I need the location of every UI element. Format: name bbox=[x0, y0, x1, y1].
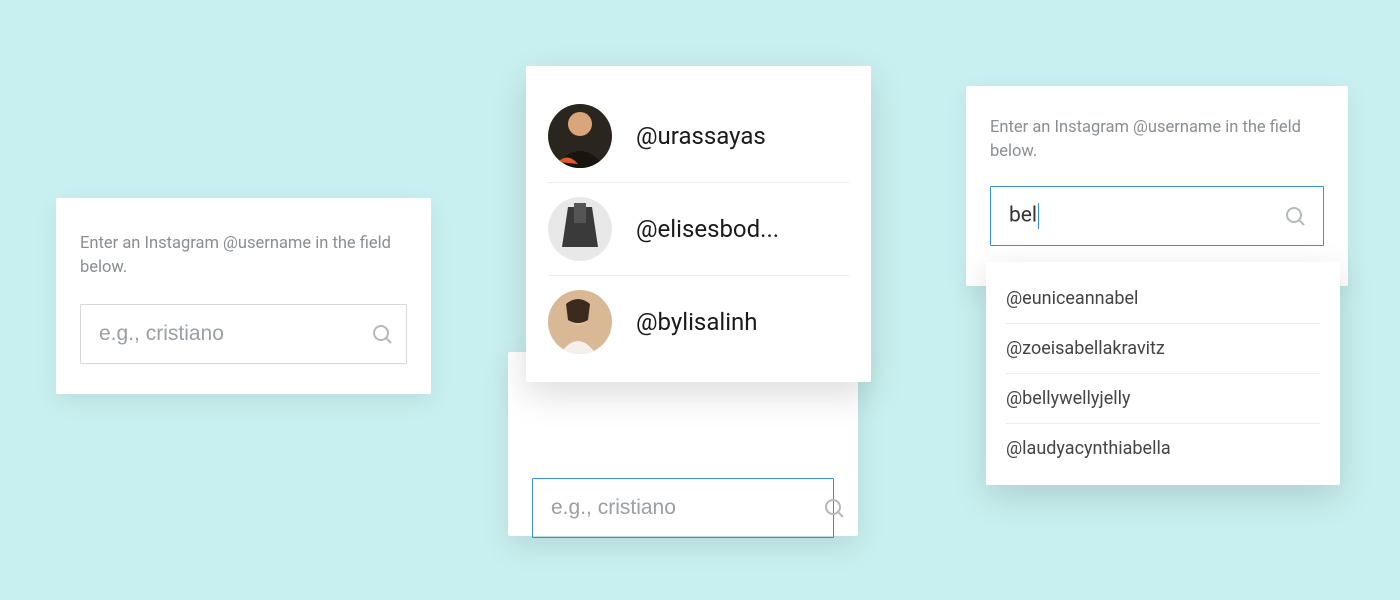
search-card-typing: Enter an Instagram @username in the fiel… bbox=[966, 86, 1348, 286]
search-input[interactable] bbox=[551, 496, 822, 520]
text-caret bbox=[1038, 203, 1039, 229]
suggestion-item[interactable]: @bellywellyjelly bbox=[1006, 374, 1320, 424]
search-card-default: Enter an Instagram @username in the fiel… bbox=[56, 198, 431, 394]
instruction-text: Enter an Instagram @username in the fiel… bbox=[990, 116, 1324, 164]
search-icon[interactable] bbox=[822, 496, 846, 520]
search-input[interactable] bbox=[99, 322, 370, 346]
search-card-results: @urassayas @elisesbod... @bylisalinh bbox=[478, 66, 893, 536]
avatar bbox=[548, 197, 612, 261]
search-icon[interactable] bbox=[370, 322, 394, 346]
search-icon[interactable] bbox=[1283, 204, 1307, 228]
suggestion-item[interactable]: @euniceannabel bbox=[1006, 274, 1320, 324]
suggestion-item[interactable]: @zoeisabellakravitz bbox=[1006, 324, 1320, 374]
result-handle: @elisesbod... bbox=[636, 215, 779, 243]
suggestions-dropdown: @euniceannabel @zoeisabellakravitz @bell… bbox=[986, 262, 1340, 485]
result-handle: @urassayas bbox=[636, 122, 766, 150]
result-item[interactable]: @urassayas bbox=[548, 90, 849, 183]
avatar bbox=[548, 104, 612, 168]
result-item[interactable]: @bylisalinh bbox=[548, 276, 849, 368]
search-box[interactable] bbox=[532, 478, 834, 538]
search-input[interactable]: bel bbox=[1009, 203, 1283, 229]
search-box[interactable]: bel bbox=[990, 186, 1324, 246]
instruction-text: Enter an Instagram @username in the fiel… bbox=[80, 232, 407, 280]
result-handle: @bylisalinh bbox=[636, 308, 758, 336]
search-box[interactable] bbox=[80, 304, 407, 364]
results-popover: @urassayas @elisesbod... @bylisalinh bbox=[526, 66, 871, 382]
avatar bbox=[548, 290, 612, 354]
suggestion-item[interactable]: @laudyacynthiabella bbox=[1006, 424, 1320, 473]
result-item[interactable]: @elisesbod... bbox=[548, 183, 849, 276]
